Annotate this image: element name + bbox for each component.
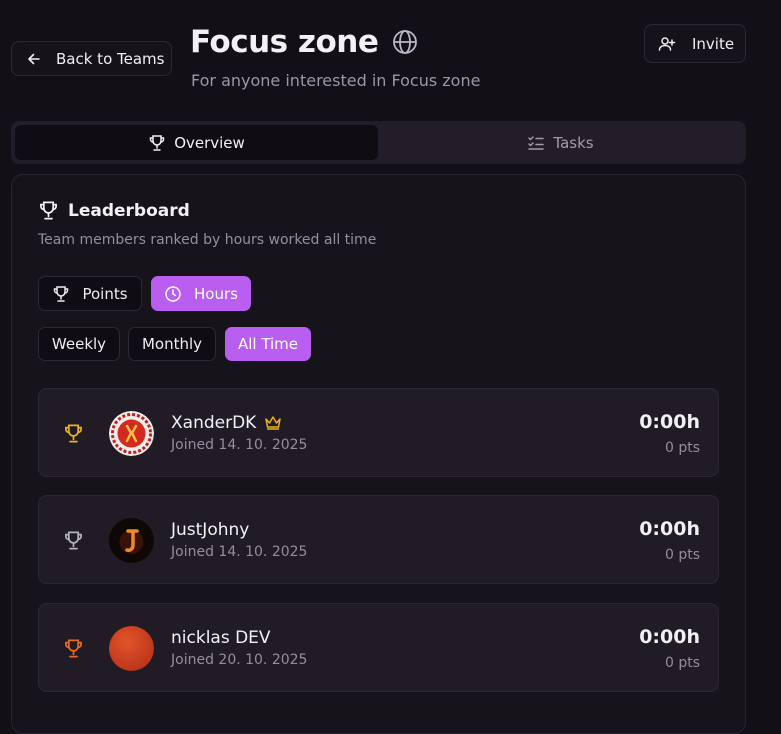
back-to-teams-label: Back to Teams bbox=[56, 49, 165, 68]
points-toggle-label: Points bbox=[82, 284, 128, 303]
member-name: nicklas DEV bbox=[171, 628, 271, 648]
leaderboard-description: Team members ranked by hours worked all … bbox=[38, 232, 377, 248]
tab-overview-label: Overview bbox=[174, 133, 245, 152]
member-hours: 0:00h bbox=[639, 411, 700, 433]
weekly-filter-button[interactable]: Weekly bbox=[38, 327, 120, 361]
member-name-group: nicklas DEV bbox=[171, 628, 271, 648]
tab-tasks-label: Tasks bbox=[553, 133, 594, 152]
silver-trophy-icon bbox=[63, 530, 84, 551]
arrow-left-icon bbox=[26, 51, 42, 67]
leaderboard-row[interactable]: JustJohny Joined 14. 10. 2025 0:00h 0 pt… bbox=[38, 495, 719, 584]
trophy-icon bbox=[38, 200, 59, 221]
trophy-icon bbox=[148, 134, 166, 152]
page-title-group: Focus zone bbox=[190, 24, 418, 60]
points-toggle-button[interactable]: Points bbox=[38, 276, 142, 311]
member-points: 0 pts bbox=[664, 547, 700, 563]
invite-button[interactable]: Invite bbox=[644, 24, 746, 63]
member-name: XanderDK bbox=[171, 413, 257, 433]
trophy-icon bbox=[52, 285, 70, 303]
list-checks-icon bbox=[527, 134, 545, 152]
back-to-teams-button[interactable]: Back to Teams bbox=[11, 41, 172, 76]
tab-bar: Overview Tasks bbox=[11, 121, 746, 164]
tab-tasks[interactable]: Tasks bbox=[379, 125, 742, 160]
bronze-trophy-icon bbox=[63, 638, 84, 659]
member-hours: 0:00h bbox=[639, 626, 700, 648]
tab-overview[interactable]: Overview bbox=[15, 125, 378, 160]
avatar bbox=[109, 518, 154, 563]
member-points: 0 pts bbox=[664, 655, 700, 671]
all-time-filter-button[interactable]: All Time bbox=[225, 327, 311, 361]
member-name-group: JustJohny bbox=[171, 520, 249, 540]
avatar bbox=[109, 626, 154, 671]
leaderboard-title: Leaderboard bbox=[68, 200, 190, 221]
leaderboard-heading: Leaderboard bbox=[38, 200, 190, 221]
page-subtitle: For anyone interested in Focus zone bbox=[191, 71, 481, 90]
member-name-group: XanderDK bbox=[171, 413, 282, 433]
invite-label: Invite bbox=[692, 34, 735, 53]
gold-trophy-icon bbox=[63, 423, 84, 444]
leaderboard-row[interactable]: nicklas DEV Joined 20. 10. 2025 0:00h 0 … bbox=[38, 603, 719, 692]
member-joined-date: Joined 20. 10. 2025 bbox=[171, 652, 308, 668]
crown-icon bbox=[264, 415, 282, 431]
member-hours: 0:00h bbox=[639, 518, 700, 540]
member-name: JustJohny bbox=[171, 520, 250, 540]
clock-icon bbox=[164, 285, 182, 303]
page-title: Focus zone bbox=[190, 24, 379, 60]
user-plus-icon bbox=[658, 35, 676, 53]
hours-toggle-label: Hours bbox=[194, 284, 238, 303]
member-joined-date: Joined 14. 10. 2025 bbox=[171, 544, 308, 560]
globe-icon bbox=[392, 29, 418, 55]
hours-toggle-button[interactable]: Hours bbox=[151, 276, 251, 311]
monthly-filter-button[interactable]: Monthly bbox=[128, 327, 216, 361]
leaderboard-row[interactable]: XanderDK Joined 14. 10. 2025 0:00h 0 pts bbox=[38, 388, 719, 477]
member-joined-date: Joined 14. 10. 2025 bbox=[171, 437, 308, 453]
member-points: 0 pts bbox=[664, 440, 700, 456]
avatar bbox=[109, 411, 154, 456]
